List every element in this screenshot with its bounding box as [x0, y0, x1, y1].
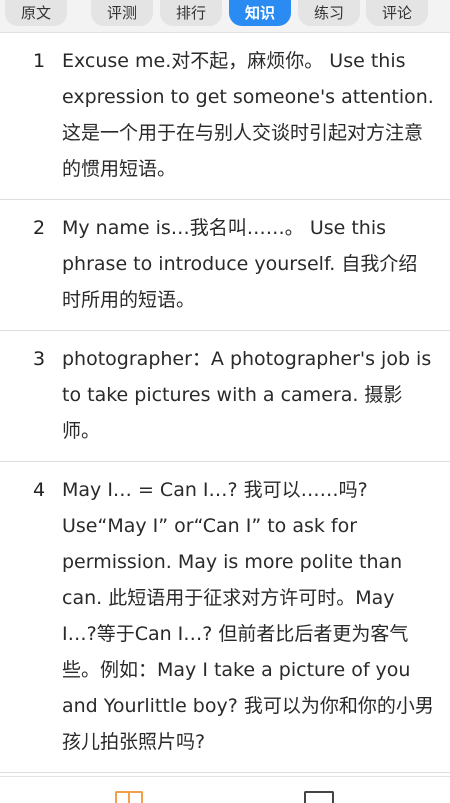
item-number: 4 — [33, 479, 46, 501]
knowledge-item: 4 May I… = Can I…? 我可以……吗? Use“May I” or… — [0, 462, 450, 773]
knowledge-item: 2 My name is…我名叫……。 Use this phrase to i… — [0, 200, 450, 331]
item-number: 2 — [33, 217, 46, 239]
square-icon[interactable] — [304, 791, 334, 803]
tab-evaluation[interactable]: 评测 — [91, 0, 153, 26]
item-text: Excuse me.对不起，麻烦你。 Use this expression t… — [62, 50, 434, 180]
bottom-bar — [0, 776, 450, 803]
tab-original[interactable]: 原文 — [5, 0, 67, 26]
tab-knowledge[interactable]: 知识 — [229, 0, 291, 26]
item-number: 3 — [33, 348, 46, 370]
item-text: May I… = Can I…? 我可以……吗? Use“May I” or“C… — [62, 479, 434, 753]
knowledge-item: 1 Excuse me.对不起，麻烦你。 Use this expression… — [0, 33, 450, 200]
item-text: photographer：A photographer's job is to … — [62, 348, 432, 442]
tab-comments[interactable]: 评论 — [366, 0, 428, 26]
knowledge-item: 3 photographer：A photographer's job is t… — [0, 331, 450, 462]
tab-bar: 原文 评测 排行 知识 练习 评论 — [0, 0, 450, 33]
item-text: My name is…我名叫……。 Use this phrase to int… — [62, 217, 418, 311]
item-number: 1 — [33, 50, 46, 72]
knowledge-list: 1 Excuse me.对不起，麻烦你。 Use this expression… — [0, 33, 450, 773]
tab-ranking[interactable]: 排行 — [160, 0, 222, 26]
book-icon[interactable] — [115, 791, 143, 803]
tab-practice[interactable]: 练习 — [298, 0, 360, 26]
